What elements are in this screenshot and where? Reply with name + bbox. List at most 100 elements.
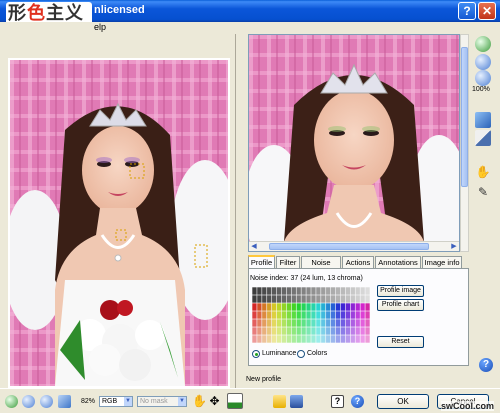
horizontal-scroll-thumb[interactable] <box>269 243 429 250</box>
histogram-icon[interactable] <box>227 393 243 409</box>
profile-chart-button[interactable]: Profile chart <box>377 299 424 311</box>
vertical-scrollbar[interactable] <box>460 34 469 252</box>
compare-icon[interactable] <box>475 130 491 146</box>
profile-swatch <box>330 287 336 295</box>
profile-swatch <box>257 319 262 327</box>
filtered-photo[interactable] <box>249 35 459 251</box>
chevron-down-icon: ▼ <box>178 397 186 406</box>
profile-swatch <box>311 295 316 303</box>
profile-swatch <box>281 295 287 303</box>
vertical-scroll-thumb[interactable] <box>461 47 468 187</box>
colors-label: Colors <box>307 350 328 357</box>
split-view-icon[interactable] <box>475 112 491 128</box>
profile-swatch <box>335 303 341 311</box>
scroll-left-icon[interactable]: ◀ <box>249 242 259 251</box>
hand-tool-icon[interactable]: ✋ <box>475 164 491 180</box>
profile-swatch <box>257 335 262 343</box>
profile-swatch <box>296 319 301 327</box>
profile-swatch <box>301 295 306 303</box>
profile-swatch <box>330 335 336 343</box>
tab-annotations[interactable]: Annotations <box>375 256 421 268</box>
profile-swatch <box>252 335 257 343</box>
profile-swatch <box>340 319 346 327</box>
profile-swatch <box>335 327 341 335</box>
profile-swatch <box>311 335 316 343</box>
profile-swatch <box>350 335 355 343</box>
mask-value: No mask <box>140 398 168 405</box>
profile-swatch <box>291 311 296 319</box>
tab-noise-brush[interactable]: Noise Brush <box>301 256 341 279</box>
zoom-percentage: 82% <box>81 398 96 405</box>
profile-swatch <box>296 327 301 335</box>
luminance-radio[interactable] <box>252 350 260 358</box>
filtered-preview-pane: ◀ ▶ <box>248 34 460 252</box>
profile-swatch <box>291 303 296 311</box>
profile-swatch <box>296 335 301 343</box>
profile-swatch <box>262 335 267 343</box>
hand-tool-bottom-icon[interactable]: ✋ <box>192 395 207 408</box>
profile-swatch <box>316 311 321 319</box>
scroll-right-icon[interactable]: ▶ <box>449 242 459 251</box>
move-tool-icon[interactable]: ✥ <box>208 395 221 408</box>
profile-swatch <box>345 327 351 335</box>
open-folder-icon[interactable] <box>273 395 286 408</box>
ok-button[interactable]: OK <box>377 394 429 409</box>
profile-swatch <box>355 303 360 311</box>
tab-profile[interactable]: Profile <box>248 255 275 268</box>
profile-swatch <box>281 303 287 311</box>
title-help-button[interactable]: ? <box>458 2 476 20</box>
profile-swatch <box>365 319 370 327</box>
profile-swatch <box>350 287 355 295</box>
profile-swatch <box>321 311 326 319</box>
profile-swatch <box>365 287 370 295</box>
fit-window-icon[interactable] <box>58 395 71 408</box>
context-help-icon[interactable]: ? <box>331 395 344 408</box>
about-icon[interactable]: ? <box>351 395 364 408</box>
close-button[interactable]: ✕ <box>478 2 496 20</box>
bottom-toolbar: 82% RGB ▼ No mask ▼ ✋ ✥ ? ? OK Cancel <box>0 388 500 413</box>
profile-swatch <box>286 335 292 343</box>
watermark: swCool.com <box>441 401 495 411</box>
help-icon[interactable]: ? <box>479 358 493 372</box>
profile-swatch <box>252 327 257 335</box>
original-photo[interactable] <box>10 60 228 386</box>
profile-swatch <box>291 335 296 343</box>
profile-swatch <box>340 303 346 311</box>
logo-text-mid: 色 <box>27 3 46 24</box>
profile-swatch <box>365 335 370 343</box>
mask-select[interactable]: No mask ▼ <box>137 396 187 407</box>
reset-button[interactable]: Reset <box>377 336 424 348</box>
menu-help[interactable]: elp <box>94 22 106 32</box>
profile-swatch <box>335 335 341 343</box>
zoom-in-bottom-icon[interactable] <box>22 395 35 408</box>
profile-swatch <box>296 295 301 303</box>
profile-swatch <box>321 335 326 343</box>
zoom-fit-icon[interactable] <box>475 36 491 52</box>
color-mode-select[interactable]: RGB ▼ <box>99 396 133 407</box>
profile-swatch <box>355 327 360 335</box>
colors-radio[interactable] <box>297 350 305 358</box>
profile-swatch <box>306 319 311 327</box>
zoom-out-bottom-icon[interactable] <box>40 395 53 408</box>
profile-swatch <box>271 303 277 311</box>
profile-swatch <box>355 335 360 343</box>
profile-swatch <box>350 303 355 311</box>
profile-swatch <box>321 303 326 311</box>
eyedropper-icon[interactable]: ✎ <box>475 184 491 200</box>
profile-swatch <box>321 327 326 335</box>
profile-swatch <box>267 287 272 295</box>
tab-actions[interactable]: Actions <box>342 256 374 268</box>
tab-image-info[interactable]: Image info <box>422 256 462 268</box>
window-title: nlicensed <box>94 4 145 16</box>
zoom-out-icon[interactable] <box>475 70 491 86</box>
horizontal-scrollbar[interactable]: ◀ ▶ <box>249 241 459 251</box>
profile-image-button[interactable]: Profile image <box>377 285 424 297</box>
profile-swatch <box>306 303 311 311</box>
profile-swatch <box>276 311 282 319</box>
tab-filter[interactable]: Filter <box>276 256 300 268</box>
profile-swatch <box>276 303 282 311</box>
profile-swatch <box>340 311 346 319</box>
zoom-fit-bottom-icon[interactable] <box>5 395 18 408</box>
zoom-in-icon[interactable] <box>475 54 491 70</box>
save-icon[interactable] <box>290 395 303 408</box>
